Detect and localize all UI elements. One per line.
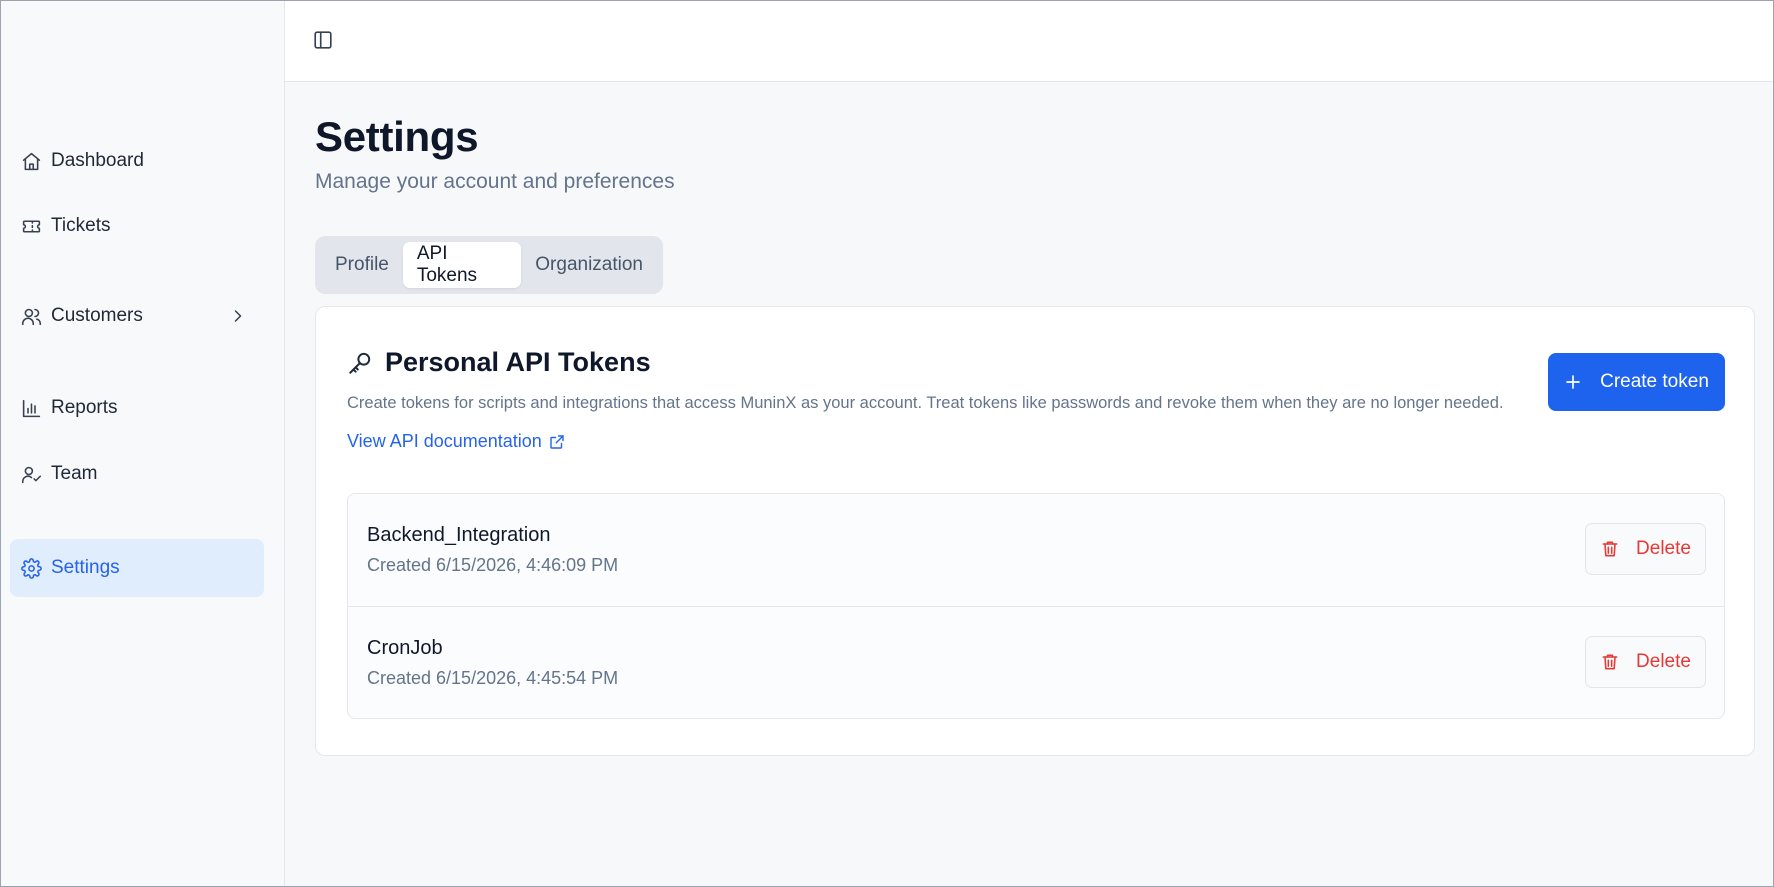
home-icon [20, 150, 42, 172]
plus-icon [1564, 373, 1582, 391]
token-created-date: Created 6/15/2026, 4:46:09 PM [367, 555, 619, 575]
sidebar-item-team[interactable]: Team [10, 445, 264, 503]
external-link-icon [542, 433, 566, 451]
card-title-text: Personal API Tokens [385, 347, 651, 377]
list-item: Backend_Integration Created 6/15/2026, 4… [348, 494, 1724, 606]
sidebar-item-reports[interactable]: Reports [10, 379, 264, 437]
sidebar-toggle-button[interactable] [310, 27, 336, 53]
card-title: Personal API Tokens [347, 347, 651, 378]
delete-label: Delete [1636, 651, 1691, 672]
list-item: CronJob Created 6/15/2026, 4:45:54 PM De… [348, 606, 1724, 718]
users-icon [20, 305, 42, 327]
card-description: Create tokens for scripts and integratio… [347, 394, 1504, 412]
token-created-date: Created 6/15/2026, 4:45:54 PM [367, 668, 619, 688]
trash-icon [1600, 652, 1620, 672]
sidebar-item-customers[interactable]: Customers [10, 287, 264, 345]
delete-label: Delete [1636, 538, 1691, 559]
api-tokens-card: Personal API Tokens Create tokens for sc… [315, 306, 1755, 756]
api-documentation-link[interactable]: View API documentation [347, 431, 566, 452]
chevron-right-icon [228, 306, 248, 326]
gear-icon [20, 557, 42, 579]
key-icon [347, 349, 375, 377]
sidebar-item-tickets[interactable]: Tickets [10, 197, 264, 255]
sidebar-item-label: Customers [51, 305, 143, 326]
page-title: Settings [315, 113, 479, 160]
page-subtitle: Manage your account and preferences [315, 170, 675, 193]
delete-token-button[interactable]: Delete [1585, 636, 1706, 688]
create-token-label: Create token [1600, 371, 1709, 392]
sidebar-item-label: Team [51, 463, 98, 484]
token-name: CronJob [367, 637, 443, 659]
topbar [285, 0, 1774, 82]
sidebar-item-label: Tickets [51, 215, 111, 236]
sidebar-toggle-icon [312, 29, 334, 51]
sidebar-item-label: Reports [51, 397, 118, 418]
sidebar-item-dashboard[interactable]: Dashboard [10, 132, 264, 190]
trash-icon [1600, 539, 1620, 559]
user-check-icon [20, 463, 42, 485]
sidebar-item-settings[interactable]: Settings [10, 539, 264, 597]
delete-token-button[interactable]: Delete [1585, 523, 1706, 575]
tab-organization[interactable]: Organization [521, 242, 657, 288]
sidebar-item-label: Dashboard [51, 150, 144, 171]
settings-tabs: Profile API Tokens Organization [315, 236, 663, 294]
ticket-icon [20, 215, 42, 237]
tab-profile[interactable]: Profile [321, 242, 403, 288]
sidebar: Dashboard Tickets Customers Reports Team… [0, 0, 285, 887]
create-token-button[interactable]: Create token [1548, 353, 1725, 411]
sidebar-item-label: Settings [51, 557, 120, 578]
token-name: Backend_Integration [367, 524, 551, 546]
token-list: Backend_Integration Created 6/15/2026, 4… [347, 493, 1725, 719]
bar-chart-icon [20, 397, 42, 419]
tab-api-tokens[interactable]: API Tokens [402, 242, 522, 288]
doc-link-label: View API documentation [347, 431, 542, 451]
